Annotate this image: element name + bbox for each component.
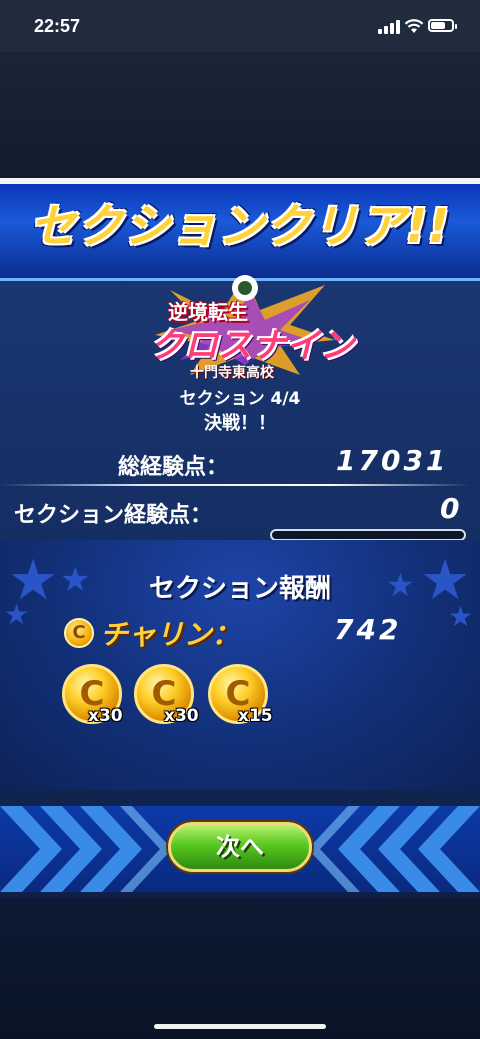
home-indicator[interactable] [154, 1024, 326, 1029]
total-exp-value: 17031 [336, 444, 449, 477]
cellular-signal-icon [378, 20, 400, 34]
section-progress: セクション 4/4 [179, 389, 301, 409]
bottom-backdrop [0, 898, 480, 1039]
wifi-icon [404, 19, 424, 33]
section-exp-label: セクション経験点： [14, 503, 213, 528]
total-exp-label: 総経験点： [118, 455, 229, 480]
divider [0, 484, 470, 486]
event-logo-line2: クロスナイン [150, 326, 354, 366]
reward-coin-qty: x15 [238, 706, 273, 726]
status-time: 22:57 [34, 16, 81, 36]
battery-icon [428, 19, 457, 32]
status-bar: 22:57 [0, 0, 480, 52]
currency-label: チャリン： [100, 618, 240, 651]
next-button[interactable]: 次へ [168, 822, 312, 872]
event-school-name: 十門寺東高校 [190, 365, 274, 381]
reward-coin-qty: x30 [164, 706, 199, 726]
currency-value: 742 [334, 613, 402, 646]
top-backdrop [0, 52, 480, 178]
reward-title: セクション報酬 [148, 574, 331, 604]
charin-coin-icon: C [64, 618, 94, 648]
reward-coin-qty: x30 [88, 706, 123, 726]
section-exp-value: 0 [440, 492, 463, 525]
section-name: 決戦！！ [204, 413, 276, 434]
page-title: セクションクリア!! [30, 199, 450, 253]
